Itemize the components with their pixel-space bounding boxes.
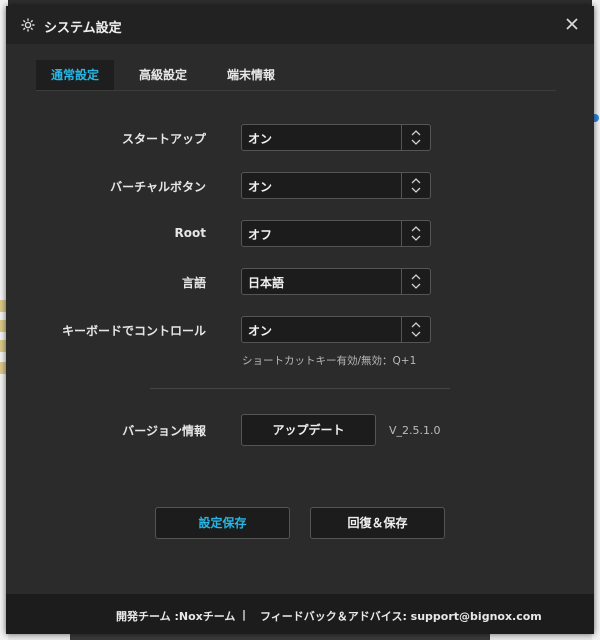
section-divider (150, 388, 450, 389)
dialog-title: システム設定 (44, 21, 122, 36)
tab-general[interactable]: 通常設定 (36, 60, 114, 90)
tab-device-info[interactable]: 端末情報 (212, 60, 290, 90)
root-value: オフ (248, 228, 273, 242)
chevron-up-down-icon[interactable] (401, 221, 430, 246)
startup-select[interactable]: オン (241, 124, 431, 151)
virtual-button-label: バーチャルボタン (110, 180, 206, 194)
save-settings-button[interactable]: 設定保存 (155, 507, 290, 539)
gear-icon (21, 18, 35, 32)
chevron-up-down-icon[interactable] (401, 173, 430, 198)
virtual-button-select[interactable]: オン (241, 172, 431, 199)
startup-label: スタートアップ (121, 132, 206, 146)
chevron-up-down-icon[interactable] (401, 125, 430, 150)
feedback-contact: フィードバック＆アドバイス: support@bignox.com (260, 610, 542, 623)
system-settings-dialog: システム設定 通常設定 高級設定 端末情報 スタートアップ オン バーチャルボタ… (6, 6, 594, 634)
chevron-up-down-icon[interactable] (401, 317, 430, 342)
background-app-edge (70, 634, 490, 640)
version-info-label: バージョン情報 (122, 424, 206, 438)
keyboard-control-select[interactable]: オン (241, 316, 431, 343)
restore-and-save-button[interactable]: 回復＆保存 (310, 507, 445, 539)
settings-tabs: 通常設定 高級設定 端末情報 (36, 60, 556, 91)
title-bar[interactable]: システム設定 (6, 6, 594, 44)
footer-separator: | (242, 608, 247, 621)
footer: 開発チーム :Noxチーム | フィードバック＆アドバイス: support@b… (6, 594, 594, 634)
language-value: 日本語 (248, 276, 285, 290)
language-select[interactable]: 日本語 (241, 268, 431, 295)
keyboard-control-label: キーボードでコントロール (61, 324, 206, 338)
language-label: 言語 (181, 276, 206, 290)
startup-value: オン (248, 132, 273, 146)
shortcut-hint: ショートカットキー有効/無効：Q+1 (242, 355, 417, 367)
tab-advanced[interactable]: 高級設定 (124, 60, 202, 90)
virtual-button-value: オン (248, 180, 273, 194)
keyboard-control-value: オン (248, 324, 273, 338)
version-number: V_2.5.1.0 (389, 424, 441, 437)
update-button[interactable]: アップデート (241, 414, 376, 446)
root-select[interactable]: オフ (241, 220, 431, 247)
root-label: Root (174, 226, 206, 240)
chevron-up-down-icon[interactable] (401, 269, 430, 294)
close-icon[interactable] (562, 14, 582, 34)
developer-credit: 開発チーム :Noxチーム (116, 610, 236, 623)
